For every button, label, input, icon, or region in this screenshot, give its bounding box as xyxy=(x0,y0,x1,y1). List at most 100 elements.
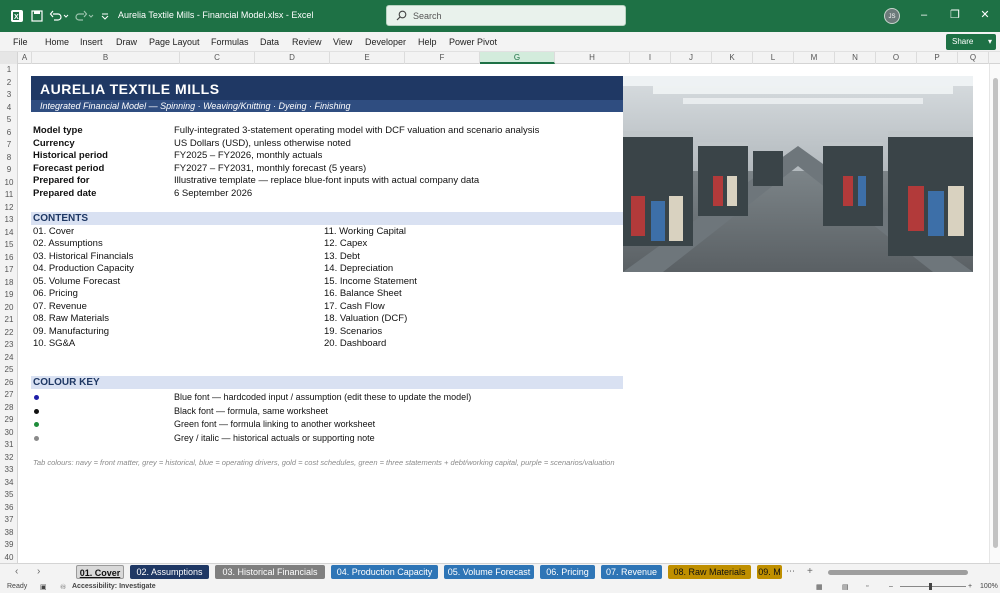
contents-item[interactable]: 05. Volume Forecast xyxy=(33,276,120,287)
row-header[interactable]: 17 xyxy=(0,264,18,277)
horizontal-scroll-thumb[interactable] xyxy=(828,570,968,575)
add-sheet-icon[interactable]: + xyxy=(807,566,813,577)
row-header[interactable]: 39 xyxy=(0,539,18,552)
column-header-n[interactable]: N xyxy=(835,52,876,64)
row-header[interactable]: 30 xyxy=(0,427,18,440)
zoom-level[interactable]: 100% xyxy=(980,583,998,590)
zoom-out-icon[interactable]: – xyxy=(889,583,893,590)
page-break-view-icon[interactable]: ▫ xyxy=(866,583,868,590)
save-icon[interactable] xyxy=(30,9,44,23)
macro-record-icon[interactable]: ▣ xyxy=(40,583,47,591)
row-header[interactable]: 10 xyxy=(0,177,18,190)
sheet-tab[interactable]: 06. Pricing xyxy=(540,565,595,579)
contents-item[interactable]: 18. Valuation (DCF) xyxy=(324,313,407,324)
tab-scroll-left-icon[interactable]: ‹ xyxy=(15,566,18,577)
column-header-k[interactable]: K xyxy=(712,52,753,64)
column-header-h[interactable]: H xyxy=(555,52,630,64)
row-header[interactable]: 2 xyxy=(0,77,18,90)
menu-view[interactable]: View xyxy=(333,37,352,47)
column-header-d[interactable]: D xyxy=(255,52,330,64)
contents-item[interactable]: 06. Pricing xyxy=(33,288,78,299)
row-header[interactable]: 40 xyxy=(0,552,18,564)
row-header[interactable]: 19 xyxy=(0,289,18,302)
row-header[interactable]: 35 xyxy=(0,489,18,502)
column-header-c[interactable]: C xyxy=(180,52,255,64)
sheet-tab[interactable]: 09. M xyxy=(757,565,782,579)
search-box[interactable]: Search xyxy=(386,5,626,26)
column-header-j[interactable]: J xyxy=(671,52,712,64)
contents-item[interactable]: 11. Working Capital xyxy=(324,226,406,237)
sheet-tab[interactable]: 07. Revenue xyxy=(601,565,662,579)
sheet-tab[interactable]: 02. Assumptions xyxy=(130,565,209,579)
row-header[interactable]: 9 xyxy=(0,164,18,177)
column-header-p[interactable]: P xyxy=(917,52,958,64)
share-button[interactable]: Share ▾ xyxy=(946,34,996,50)
contents-item[interactable]: 19. Scenarios xyxy=(324,326,382,337)
row-header[interactable]: 33 xyxy=(0,464,18,477)
contents-item[interactable]: 17. Cash Flow xyxy=(324,301,385,312)
menu-page-layout[interactable]: Page Layout xyxy=(149,37,200,47)
row-header[interactable]: 32 xyxy=(0,452,18,465)
menu-developer[interactable]: Developer xyxy=(365,37,406,47)
column-header-e[interactable]: E xyxy=(330,52,405,64)
column-header-l[interactable]: L xyxy=(753,52,794,64)
row-header[interactable]: 34 xyxy=(0,477,18,490)
row-header[interactable]: 29 xyxy=(0,414,18,427)
sheet-tab[interactable]: 01. Cover xyxy=(76,565,124,579)
contents-item[interactable]: 14. Depreciation xyxy=(324,263,393,274)
select-all-corner[interactable] xyxy=(0,52,18,64)
row-header[interactable]: 5 xyxy=(0,114,18,127)
row-header[interactable]: 12 xyxy=(0,202,18,215)
accessibility-status[interactable]: Accessibility: Investigate xyxy=(72,583,156,590)
row-header[interactable]: 21 xyxy=(0,314,18,327)
zoom-slider[interactable] xyxy=(900,586,966,587)
row-header[interactable]: 7 xyxy=(0,139,18,152)
menu-review[interactable]: Review xyxy=(292,37,322,47)
undo-dropdown-icon[interactable] xyxy=(62,9,70,23)
row-header[interactable]: 8 xyxy=(0,152,18,165)
customize-toolbar-icon[interactable] xyxy=(100,9,110,23)
contents-item[interactable]: 13. Debt xyxy=(324,251,360,262)
zoom-in-icon[interactable]: + xyxy=(968,583,972,590)
column-header-g[interactable]: G xyxy=(480,52,555,64)
row-header[interactable]: 6 xyxy=(0,127,18,140)
more-tabs-icon[interactable]: ⋯ xyxy=(786,566,795,577)
row-header[interactable]: 24 xyxy=(0,352,18,365)
column-header-m[interactable]: M xyxy=(794,52,835,64)
close-icon[interactable]: ✕ xyxy=(978,8,992,22)
contents-item[interactable]: 09. Manufacturing xyxy=(33,326,109,337)
row-header[interactable]: 23 xyxy=(0,339,18,352)
column-header-a[interactable]: A xyxy=(18,52,32,64)
row-header[interactable]: 38 xyxy=(0,527,18,540)
vertical-scrollbar[interactable] xyxy=(989,64,1000,563)
contents-item[interactable]: 20. Dashboard xyxy=(324,338,386,349)
menu-insert[interactable]: Insert xyxy=(80,37,103,47)
contents-item[interactable]: 08. Raw Materials xyxy=(33,313,109,324)
vertical-scroll-thumb[interactable] xyxy=(993,78,998,548)
worksheet-grid[interactable]: ABCDEFGHIJKLMNOPQ 1 2 3 4 5 6 7 8 9 10 11 12 13 14 15 1… xyxy=(0,52,1000,563)
row-header[interactable]: 16 xyxy=(0,252,18,265)
sheet-tab[interactable]: 03. Historical Financials xyxy=(215,565,325,579)
contents-item[interactable]: 15. Income Statement xyxy=(324,276,417,287)
row-header[interactable]: 15 xyxy=(0,239,18,252)
column-header-q[interactable]: Q xyxy=(958,52,989,64)
sheet-tab[interactable]: 04. Production Capacity xyxy=(331,565,438,579)
row-header[interactable]: 11 xyxy=(0,189,18,202)
column-header-o[interactable]: O xyxy=(876,52,917,64)
row-header[interactable]: 1 xyxy=(0,64,18,77)
zoom-slider-handle[interactable] xyxy=(929,583,932,590)
menu-power-pivot[interactable]: Power Pivot xyxy=(449,37,497,47)
menu-help[interactable]: Help xyxy=(418,37,437,47)
contents-item[interactable]: 04. Production Capacity xyxy=(33,263,134,274)
row-header[interactable]: 4 xyxy=(0,102,18,115)
contents-item[interactable]: 16. Balance Sheet xyxy=(324,288,402,299)
row-header[interactable]: 31 xyxy=(0,439,18,452)
row-header[interactable]: 14 xyxy=(0,227,18,240)
menu-formulas[interactable]: Formulas xyxy=(211,37,249,47)
row-header[interactable]: 20 xyxy=(0,302,18,315)
sheet-tab[interactable]: 05. Volume Forecast xyxy=(444,565,534,579)
minimize-icon[interactable]: – xyxy=(917,8,931,22)
contents-item[interactable]: 12. Capex xyxy=(324,238,367,249)
row-header[interactable]: 37 xyxy=(0,514,18,527)
menu-home[interactable]: Home xyxy=(45,37,69,47)
